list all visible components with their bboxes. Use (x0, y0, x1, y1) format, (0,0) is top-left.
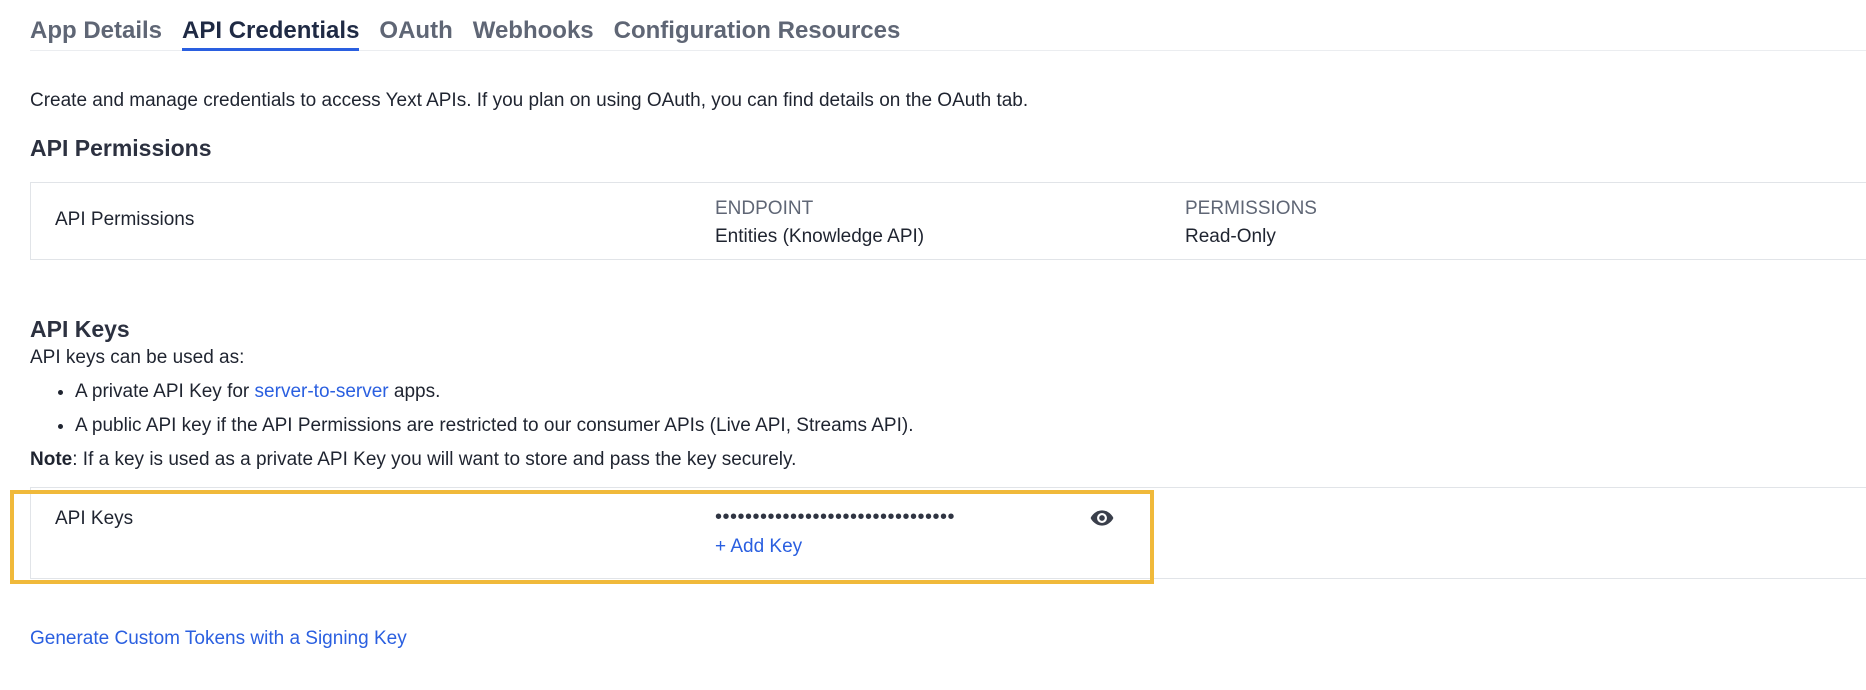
tab-oauth[interactable]: OAuth (379, 3, 452, 50)
masked-api-key: •••••••••••••••••••••••••••••••• (715, 506, 956, 528)
list-item: A private API Key for server-to-server a… (75, 375, 1866, 409)
permissions-column: PERMISSIONS Read-Only (1185, 195, 1317, 251)
eye-icon[interactable] (1089, 505, 1115, 531)
tab-webhooks[interactable]: Webhooks (473, 3, 594, 50)
keys-usage-list: A private API Key for server-to-server a… (30, 375, 1866, 443)
permissions-card: API Permissions ENDPOINT Entities (Knowl… (30, 182, 1866, 260)
permissions-row-label: API Permissions (55, 209, 195, 230)
keys-lead: API keys can be used as: (30, 347, 245, 368)
intro-text: Create and manage credentials to access … (30, 90, 1029, 111)
keys-description: API keys can be used as: A private API K… (30, 341, 1866, 477)
list-item: A public API key if the API Permissions … (75, 409, 1866, 443)
api-keys-row-label: API Keys (55, 508, 134, 529)
permissions-section-title: API Permissions (30, 135, 212, 161)
tab-app-details[interactable]: App Details (30, 3, 162, 50)
bullet1-suffix: apps. (388, 381, 441, 402)
permissions-header: PERMISSIONS (1185, 198, 1317, 219)
server-to-server-link[interactable]: server-to-server (255, 381, 389, 402)
endpoint-column: ENDPOINT Entities (Knowledge API) (715, 195, 924, 251)
bullet1-prefix: A private API Key for (75, 381, 255, 402)
note-label: Note (30, 449, 73, 470)
note-text: : If a key is used as a private API Key … (72, 449, 797, 470)
tab-configuration-resources[interactable]: Configuration Resources (614, 3, 901, 50)
api-keys-card: API Keys •••••••••••••••••••••••••••••••… (30, 487, 1866, 579)
tab-api-credentials[interactable]: API Credentials (182, 3, 360, 51)
keys-note: Note: If a key is used as a private API … (30, 443, 1866, 477)
generate-custom-tokens-link[interactable]: Generate Custom Tokens with a Signing Ke… (30, 628, 407, 650)
permissions-value: Read-Only (1185, 226, 1276, 247)
page: App Details API Credentials OAuth Webhoo… (30, 0, 1866, 579)
endpoint-header: ENDPOINT (715, 198, 814, 219)
add-key-button[interactable]: + Add Key (715, 536, 802, 558)
endpoint-value: Entities (Knowledge API) (715, 226, 925, 247)
keys-section-title: API Keys (30, 316, 130, 342)
tab-bar: App Details API Credentials OAuth Webhoo… (30, 0, 1866, 51)
